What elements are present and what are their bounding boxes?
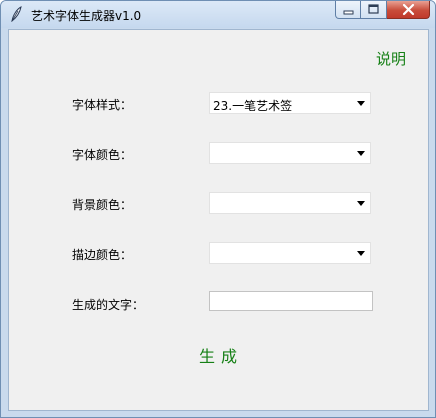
- app-window: 艺术字体生成器v1.0 说明 字体样式： 23.一笔艺术签 字体颜色： 背景颜色…: [0, 0, 436, 418]
- chevron-down-icon: [357, 101, 365, 106]
- background-color-select[interactable]: [209, 192, 371, 214]
- close-icon: [402, 3, 415, 16]
- text-input[interactable]: [209, 291, 373, 311]
- chevron-down-icon: [357, 251, 365, 256]
- main-panel: 说明 字体样式： 23.一笔艺术签 字体颜色： 背景颜色： 描边颜色： 生成的文…: [8, 29, 429, 411]
- font-color-label: 字体颜色：: [72, 148, 133, 162]
- window-controls: [335, 1, 430, 20]
- minimize-button[interactable]: [335, 1, 361, 19]
- maximize-icon: [368, 4, 379, 14]
- text-input-label: 生成的文字：: [72, 298, 145, 312]
- background-color-label: 背景颜色：: [72, 198, 133, 212]
- title-bar[interactable]: 艺术字体生成器v1.0: [1, 1, 435, 28]
- feather-icon: [9, 6, 23, 23]
- stroke-color-select[interactable]: [209, 242, 371, 264]
- chevron-down-icon: [357, 201, 365, 206]
- chevron-down-icon: [357, 151, 365, 156]
- font-color-select[interactable]: [209, 142, 371, 164]
- font-style-select[interactable]: 23.一笔艺术签: [209, 92, 371, 114]
- font-style-label: 字体样式：: [72, 98, 133, 112]
- font-style-value: 23.一笔艺术签: [213, 99, 293, 113]
- generate-button[interactable]: 生成: [199, 343, 243, 367]
- minimize-icon: [343, 10, 354, 15]
- stroke-color-label: 描边颜色：: [72, 248, 133, 262]
- help-link[interactable]: 说明: [376, 48, 406, 69]
- window-title: 艺术字体生成器v1.0: [31, 9, 142, 23]
- maximize-button[interactable]: [361, 1, 387, 19]
- close-button[interactable]: [387, 1, 430, 19]
